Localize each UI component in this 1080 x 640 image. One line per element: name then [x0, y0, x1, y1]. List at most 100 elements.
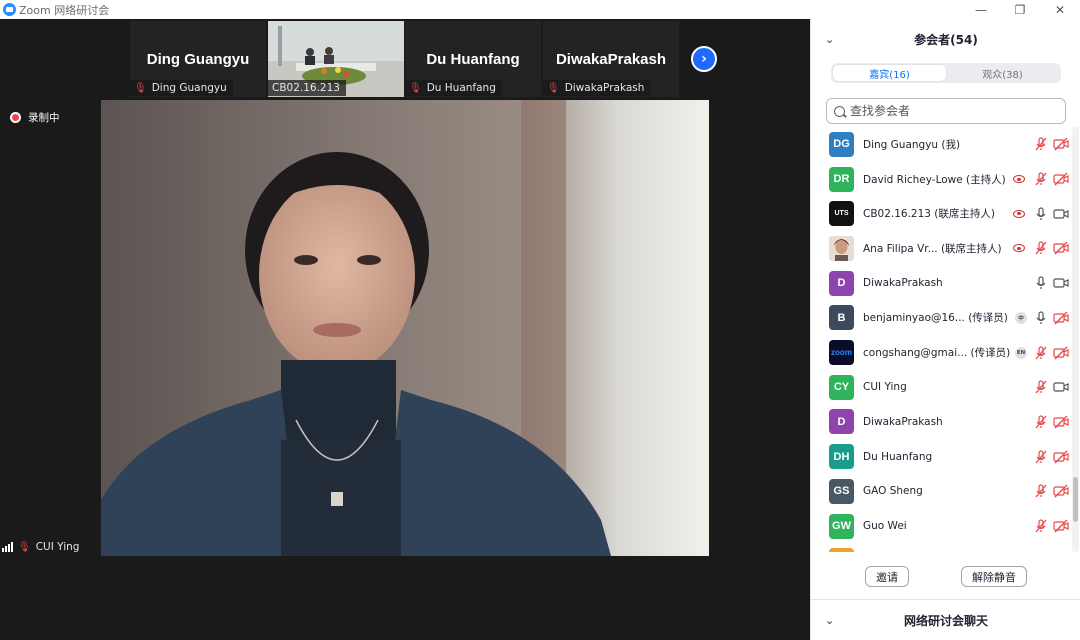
participant-name: GAO Sheng [863, 485, 923, 498]
participant-name: David Richey-Lowe (主持人) [863, 173, 1006, 186]
microphone-muted-icon[interactable] [1033, 240, 1049, 256]
video-off-icon[interactable] [1053, 240, 1069, 256]
participant-row[interactable]: D DiwakaPrakash [811, 405, 1073, 440]
participant-row[interactable]: GW Guo Wei [811, 509, 1073, 544]
next-page-button[interactable]: › [691, 46, 717, 72]
tile-tag-label: Du Huanfang [426, 82, 496, 94]
participant-name: DiwakaPrakash [863, 415, 943, 428]
meeting-area: Ding Guangyu 🎙︎ Ding Guangyu CB02.16.213… [0, 19, 810, 640]
participant-row[interactable]: DG Ding Guangyu (我) [811, 127, 1073, 162]
tab-attendees[interactable]: 观众(38) [946, 65, 1059, 81]
language-badge-icon: EN [1015, 346, 1027, 359]
participant-name: Ana Filipa Vr... (联席主持人) [863, 242, 1002, 255]
unmute-all-button[interactable]: 解除静音 [961, 566, 1027, 587]
video-off-icon[interactable] [1053, 483, 1069, 499]
video-off-icon[interactable] [1053, 414, 1069, 430]
participant-row[interactable]: DH Du Huanfang [811, 439, 1073, 474]
speaker-video-image [101, 100, 709, 556]
signal-strength-icon [2, 542, 14, 552]
minimize-button[interactable]: — [961, 0, 1001, 19]
mic-off-icon: 🎙︎ [547, 82, 560, 94]
participant-name: DiwakaPrakash [863, 277, 943, 290]
mic-off-icon: 🎙︎ [409, 82, 422, 94]
avatar [829, 548, 854, 552]
self-view-name: CUI Ying [35, 541, 80, 553]
participant-row[interactable]: Bbenjaminyao@16... (传译员) 中 [811, 301, 1073, 336]
avatar [829, 235, 854, 261]
recording-label: 录制中 [28, 112, 60, 124]
zoom-logo-icon [3, 3, 16, 16]
expand-chevron-icon[interactable]: ⌄ [825, 614, 834, 627]
gallery-tile[interactable]: DiwakaPrakash 🎙︎ DiwakaPrakash [543, 21, 679, 97]
avatar: CY [829, 374, 854, 400]
tile-tag-label: DiwakaPrakash [564, 82, 645, 94]
gallery-tile[interactable]: CB02.16.213 [268, 21, 404, 97]
microphone-icon[interactable] [1033, 310, 1049, 326]
participant-row[interactable]: GS GAO Sheng [811, 474, 1073, 509]
video-off-icon[interactable] [1053, 171, 1069, 187]
title-bar: Zoom 网络研讨会 [0, 0, 1080, 19]
avatar: GS [829, 478, 854, 504]
microphone-muted-icon[interactable] [1033, 449, 1049, 465]
participant-row[interactable]: CY CUI Ying [811, 370, 1073, 405]
search-icon [834, 105, 845, 117]
avatar: B [829, 305, 854, 331]
participant-name: Ding Guangyu (我) [863, 138, 961, 151]
participant-search[interactable] [826, 98, 1066, 124]
scrollbar-thumb[interactable] [1073, 477, 1078, 522]
video-camera-icon[interactable] [1053, 275, 1069, 291]
participant-row[interactable]: Ana Filipa Vr... (联席主持人) [811, 231, 1073, 266]
recording-indicator: 录制中 [10, 110, 60, 125]
collapse-chevron-icon[interactable]: ⌄ [825, 33, 834, 46]
avatar: D [829, 409, 854, 435]
chat-title: 网络研讨会聊天 [903, 613, 988, 628]
restore-button[interactable]: ❐ [1000, 0, 1040, 19]
recording-icon [10, 112, 21, 123]
microphone-muted-icon[interactable] [1033, 136, 1049, 152]
microphone-muted-icon[interactable] [1033, 171, 1049, 187]
webinar-chat-header[interactable]: ⌄ 网络研讨会聊天 [811, 599, 1080, 640]
tab-panelists[interactable]: 嘉宾(16) [833, 65, 946, 81]
search-input[interactable] [850, 104, 1050, 118]
participant-row[interactable]: D DiwakaPrakash [811, 266, 1073, 301]
participant-name: congshang@gmai... (传译员) [863, 347, 1011, 360]
video-camera-icon[interactable] [1053, 206, 1069, 222]
mic-off-icon: 🎙︎ [18, 541, 31, 553]
participant-row[interactable]: DR David Richey-Lowe (主持人) [811, 162, 1073, 197]
gallery-tile[interactable]: Du Huanfang 🎙︎ Du Huanfang [405, 21, 541, 97]
invite-button[interactable]: 邀请 [865, 566, 909, 587]
video-off-icon[interactable] [1053, 310, 1069, 326]
close-button[interactable]: ✕ [1040, 0, 1080, 19]
microphone-muted-icon[interactable] [1033, 483, 1049, 499]
participant-tabs: 嘉宾(16) 观众(38) [831, 63, 1061, 83]
tile-name: Du Huanfang [426, 51, 520, 68]
participants-header: ⌄ 参会者(54) [811, 19, 1080, 59]
participant-scrollbar[interactable] [1072, 127, 1079, 552]
microphone-muted-icon[interactable] [1033, 414, 1049, 430]
microphone-muted-icon[interactable] [1033, 345, 1049, 361]
participant-name: CUI Ying [863, 381, 907, 394]
participants-title: 参会者(54) [914, 32, 978, 47]
tile-tag: 🎙︎ Ding Guangyu [130, 80, 233, 96]
tile-tag-label: Ding Guangyu [151, 82, 227, 94]
avatar: zoom [829, 340, 854, 366]
video-off-icon[interactable] [1053, 136, 1069, 152]
video-off-icon[interactable] [1053, 449, 1069, 465]
avatar: DH [829, 444, 854, 470]
participant-row[interactable]: UTS CB02.16.213 (联席主持人) [811, 196, 1073, 231]
avatar: D [829, 270, 854, 296]
tile-name: DiwakaPrakash [555, 51, 667, 68]
microphone-icon[interactable] [1033, 275, 1049, 291]
tile-tag-label: CB02.16.213 [272, 82, 340, 94]
video-camera-icon[interactable] [1053, 379, 1069, 395]
gallery-tile[interactable]: Ding Guangyu 🎙︎ Ding Guangyu [130, 21, 266, 97]
recording-permission-icon [1013, 175, 1025, 184]
microphone-muted-icon[interactable] [1033, 379, 1049, 395]
microphone-muted-icon[interactable] [1033, 518, 1049, 534]
participant-row[interactable]: zoom congshang@gmai... (传译员) EN [811, 335, 1073, 370]
video-off-icon[interactable] [1053, 518, 1069, 534]
video-off-icon[interactable] [1053, 345, 1069, 361]
participant-list: DG Ding Guangyu (我) DR David Richey-Lowe (主… [811, 127, 1073, 552]
tile-name: Ding Guangyu [146, 51, 250, 68]
microphone-icon[interactable] [1033, 206, 1049, 222]
